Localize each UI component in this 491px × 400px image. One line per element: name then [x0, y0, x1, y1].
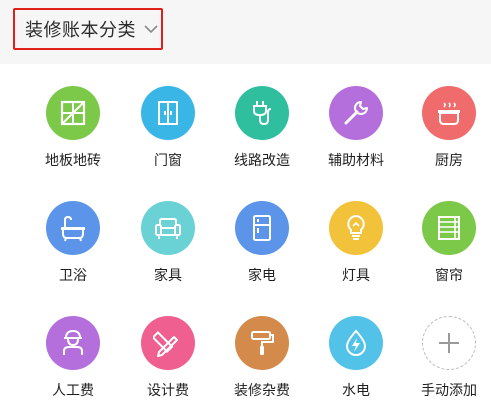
plus-icon — [422, 316, 476, 370]
category-label: 辅助材料 — [328, 153, 384, 169]
category-bathroom[interactable]: 卫浴 — [26, 201, 120, 301]
category-labor[interactable]: 人工费 — [26, 316, 120, 400]
sofa-icon — [141, 201, 195, 255]
door-window-icon — [141, 86, 195, 140]
category-curtain[interactable]: 窗帘 — [402, 201, 491, 301]
refrigerator-icon — [235, 201, 289, 255]
category-label: 卫浴 — [59, 268, 87, 284]
wrench-icon — [329, 86, 383, 140]
add-category-button[interactable]: 手动添加 — [402, 316, 491, 400]
floor-tile-icon — [46, 86, 100, 140]
category-label: 窗帘 — [435, 268, 463, 284]
curtain-icon — [422, 201, 476, 255]
category-label: 地板地砖 — [45, 153, 101, 169]
category-misc[interactable]: 装修杂费 — [215, 316, 309, 400]
category-wiring[interactable]: 线路改造 — [215, 86, 309, 186]
category-label: 厨房 — [435, 153, 463, 169]
category-page: 装修账本分类 地板地砖 门窗 线路改造 辅助材料 厨房 卫浴 家具 家电 灯具 … — [0, 0, 491, 400]
light-bulb-icon — [329, 201, 383, 255]
category-floor-tile[interactable]: 地板地砖 — [26, 86, 120, 186]
water-drop-bolt-icon — [329, 316, 383, 370]
wiring-plug-icon — [235, 86, 289, 140]
category-label: 水电 — [342, 383, 370, 399]
category-lighting[interactable]: 灯具 — [309, 201, 403, 301]
category-label: 家具 — [154, 268, 182, 284]
page-title: 装修账本分类 — [25, 20, 136, 41]
category-aux-material[interactable]: 辅助材料 — [309, 86, 403, 186]
category-kitchen[interactable]: 厨房 — [402, 86, 491, 186]
cooking-pot-icon — [422, 86, 476, 140]
category-selector[interactable]: 装修账本分类 — [13, 8, 163, 50]
category-label: 手动添加 — [421, 383, 477, 399]
paint-roller-icon — [235, 316, 289, 370]
category-water-electric[interactable]: 水电 — [309, 316, 403, 400]
category-label: 设计费 — [147, 383, 189, 399]
category-label: 装修杂费 — [234, 383, 290, 399]
pencil-ruler-icon — [141, 316, 195, 370]
category-appliance[interactable]: 家电 — [215, 201, 309, 301]
category-label: 人工费 — [52, 383, 94, 399]
category-furniture[interactable]: 家具 — [121, 201, 215, 301]
category-label: 家电 — [248, 268, 276, 284]
category-label: 线路改造 — [234, 153, 290, 169]
category-label: 灯具 — [342, 268, 370, 284]
category-design[interactable]: 设计费 — [121, 316, 215, 400]
category-label: 门窗 — [154, 153, 182, 169]
category-grid: 地板地砖 门窗 线路改造 辅助材料 厨房 卫浴 家具 家电 灯具 窗帘 人工费 … — [0, 64, 491, 400]
category-door-window[interactable]: 门窗 — [121, 86, 215, 186]
chevron-down-icon — [144, 24, 158, 34]
bathtub-icon — [46, 201, 100, 255]
worker-icon — [46, 316, 100, 370]
